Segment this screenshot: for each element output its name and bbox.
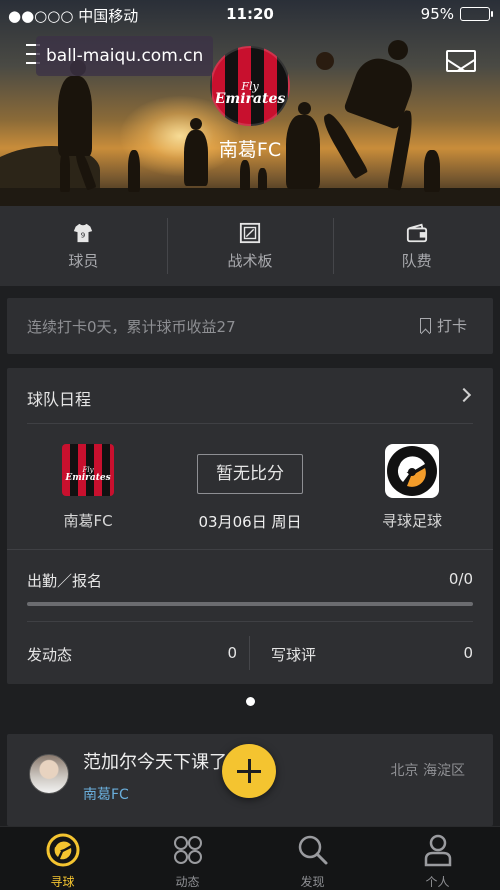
tab-feed[interactable]: 动态 xyxy=(125,827,250,890)
quick-nav-players[interactable]: 9 球员 xyxy=(0,206,167,286)
team-name: 南葛FC xyxy=(218,139,282,161)
checkin-button[interactable]: 打卡 xyxy=(419,315,467,336)
status-bar: ●●○○○ 中国移动 11:20 95% xyxy=(0,0,500,28)
attendance-progress-bar xyxy=(27,602,473,606)
tab-label: 发现 xyxy=(300,875,325,889)
team-schedule-card: 球队日程 Fly Emirates 南葛FC 暂无比分 03月06日 周日 寻球足… xyxy=(7,368,493,684)
away-team-logo xyxy=(385,444,439,498)
status-right: 95% xyxy=(420,5,493,23)
battery-icon xyxy=(460,7,493,21)
feed-location: 北京 海淀区 xyxy=(390,763,465,779)
page-dot-active xyxy=(245,697,255,706)
post-update-label: 发动态 xyxy=(27,646,73,664)
away-team-logo-mark xyxy=(387,446,437,496)
player-silhouette xyxy=(190,118,202,130)
team-header-banner: ●●○○○ 中国移动 11:20 95% ball-maiqu.com.cn F… xyxy=(0,0,500,206)
feed-team-link[interactable]: 南葛FC xyxy=(83,784,129,804)
write-review-count: 0 xyxy=(463,644,473,662)
player-silhouette xyxy=(298,102,311,115)
quick-nav-tactics[interactable]: 战术板 xyxy=(166,206,334,286)
tactics-board-icon xyxy=(239,222,261,243)
battery-percent: 95% xyxy=(420,5,454,23)
bottom-tab-bar: 寻球 动态 发现 个人 xyxy=(0,826,500,890)
player-silhouette xyxy=(388,40,408,60)
player-silhouette xyxy=(240,160,250,190)
tab-find-ball[interactable]: 寻球 xyxy=(0,827,125,890)
checkin-streak-text: 连续打卡0天，累计球币收益27 xyxy=(27,318,236,336)
player-silhouette xyxy=(258,168,267,190)
post-update-cell[interactable]: 发动态 0 xyxy=(27,622,237,684)
write-review-cell[interactable]: 写球评 0 xyxy=(271,622,473,684)
tab-label: 动态 xyxy=(175,875,200,889)
mail-icon[interactable] xyxy=(446,50,476,72)
attendance-label: 出勤／报名 xyxy=(27,572,103,590)
tab-profile[interactable]: 个人 xyxy=(375,827,500,890)
wallet-icon xyxy=(406,223,427,242)
avatar[interactable] xyxy=(29,754,69,794)
attendance-row[interactable]: 出勤／报名 0/0 xyxy=(27,550,473,622)
quick-nav: 9 球员 战术板 队费 xyxy=(0,206,500,286)
quick-nav-label: 球员 xyxy=(68,251,99,270)
team-logo-sponsor: Fly Emirates xyxy=(214,80,286,107)
write-review-label: 写球评 xyxy=(271,646,317,664)
away-team-name: 寻球足球 xyxy=(381,512,442,530)
chevron-right-icon xyxy=(456,387,472,403)
watermark-label: ball-maiqu.com.cn xyxy=(36,36,214,76)
home-team-name: 南葛FC xyxy=(63,512,113,530)
ball-silhouette xyxy=(316,52,334,70)
checkin-card: 连续打卡0天，累计球币收益27 打卡 xyxy=(7,298,493,354)
schedule-title: 球队日程 xyxy=(27,390,92,409)
tab-discover[interactable]: 发现 xyxy=(250,827,375,890)
jersey-icon: 9 xyxy=(74,223,93,242)
page-indicator xyxy=(0,697,500,706)
add-button[interactable] xyxy=(222,744,276,798)
match-row[interactable]: Fly Emirates 南葛FC 暂无比分 03月06日 周日 寻球足球 xyxy=(7,424,493,550)
tab-label: 寻球 xyxy=(50,875,75,889)
quick-nav-label: 战术板 xyxy=(227,251,273,270)
checkin-button-label: 打卡 xyxy=(436,317,467,335)
tab-label: 个人 xyxy=(425,875,450,889)
stats-divider xyxy=(249,636,250,670)
match-date: 03月06日 周日 xyxy=(198,513,302,531)
team-logo[interactable]: Fly Emirates xyxy=(210,46,290,126)
score-box: 暂无比分 xyxy=(197,454,303,494)
search-icon xyxy=(298,835,327,865)
post-update-count: 0 xyxy=(227,644,237,662)
schedule-header[interactable]: 球队日程 xyxy=(27,368,473,424)
bookmark-icon xyxy=(419,318,431,333)
quick-nav-fees[interactable]: 队费 xyxy=(333,206,500,286)
attendance-count: 0/0 xyxy=(448,570,473,588)
home-team-logo: Fly Emirates xyxy=(62,444,114,496)
svg-text:9: 9 xyxy=(81,230,86,239)
ball-icon xyxy=(46,833,79,867)
grid-icon xyxy=(173,836,202,864)
quick-nav-label: 队费 xyxy=(401,251,432,270)
person-icon xyxy=(424,834,451,867)
stats-row: 发动态 0 写球评 0 xyxy=(27,622,473,684)
